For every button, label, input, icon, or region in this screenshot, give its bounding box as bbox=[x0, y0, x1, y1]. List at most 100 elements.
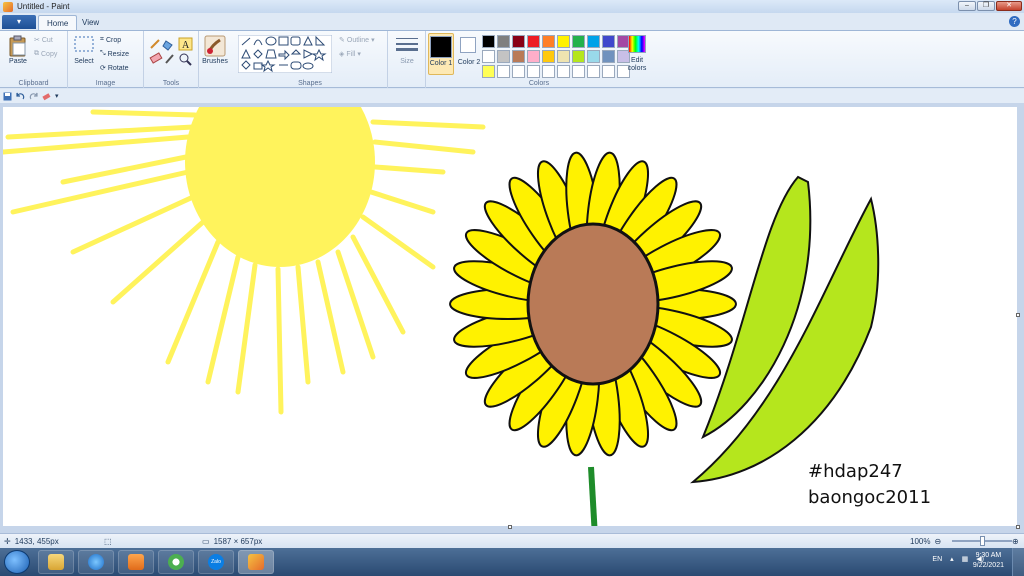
outline-label: Outline bbox=[346, 36, 370, 44]
palette-swatch[interactable] bbox=[497, 65, 510, 78]
rotate-icon: ⟳ bbox=[100, 65, 106, 72]
help-icon[interactable]: ? bbox=[1009, 16, 1020, 27]
crop-button[interactable]: ⌗ Crop bbox=[100, 36, 121, 44]
text-icon[interactable]: A bbox=[178, 37, 193, 51]
palette-swatch[interactable] bbox=[587, 50, 600, 63]
rotate-button[interactable]: ⟳ Rotate bbox=[100, 64, 129, 73]
palette-swatch[interactable] bbox=[482, 65, 495, 78]
paste-button[interactable]: Paste bbox=[4, 58, 32, 65]
palette-swatch[interactable] bbox=[542, 65, 555, 78]
show-desktop-button[interactable] bbox=[1012, 548, 1024, 576]
colors-group: Color 1 Color 2 Edit colors Colors bbox=[426, 31, 652, 88]
palette-swatch[interactable] bbox=[542, 35, 555, 48]
zoom-out-icon[interactable]: ⊖ bbox=[934, 537, 941, 546]
line-size-icon[interactable] bbox=[396, 36, 418, 56]
palette-swatch[interactable] bbox=[557, 65, 570, 78]
drawing-canvas[interactable]: #hdap247 baongoc2011 bbox=[3, 107, 1017, 526]
svg-text:A: A bbox=[182, 40, 190, 51]
language-indicator[interactable]: EN bbox=[932, 556, 942, 563]
edit-colors-button[interactable]: Edit colors bbox=[624, 35, 650, 77]
minimize-button[interactable]: – bbox=[958, 1, 976, 11]
selection-icon: ⬚ bbox=[104, 537, 112, 546]
paste-icon[interactable] bbox=[8, 35, 28, 57]
crop-icon: ⌗ bbox=[100, 36, 104, 43]
tray-arrow-icon[interactable]: ▴ bbox=[950, 555, 954, 563]
customize-toolbar-icon[interactable]: ▾ bbox=[55, 92, 59, 100]
clipboard-group: Paste ✂ Cut ⧉ Copy Clipboard bbox=[0, 31, 68, 88]
zoom-slider-thumb[interactable] bbox=[980, 536, 985, 546]
taskbar-media-player[interactable] bbox=[118, 550, 154, 574]
paint-app-icon[interactable] bbox=[3, 1, 13, 12]
palette-swatch[interactable] bbox=[557, 35, 570, 48]
palette-swatch[interactable] bbox=[512, 65, 525, 78]
eraser-quick-icon[interactable] bbox=[42, 92, 51, 101]
resize-button[interactable]: ⤡ Resize bbox=[100, 50, 129, 58]
palette-swatch[interactable] bbox=[602, 65, 615, 78]
canvas-resize-handle-corner[interactable] bbox=[1016, 525, 1020, 529]
palette-swatch[interactable] bbox=[482, 50, 495, 63]
palette-swatch[interactable] bbox=[527, 50, 540, 63]
redo-icon[interactable] bbox=[29, 92, 38, 101]
save-icon[interactable] bbox=[3, 92, 12, 101]
clipboard-group-label: Clipboard bbox=[18, 80, 49, 87]
taskbar-ie[interactable] bbox=[78, 550, 114, 574]
taskbar: Zalo EN ▴ ▦ ◀) 9:30 AM 9/22/2021 bbox=[0, 548, 1024, 576]
copy-label: Copy bbox=[41, 50, 58, 58]
brushes-button[interactable]: Brushes bbox=[199, 58, 231, 65]
color1-selector[interactable]: Color 1 bbox=[428, 33, 454, 75]
palette-swatch[interactable] bbox=[557, 50, 570, 63]
fill-bucket-icon[interactable] bbox=[162, 40, 173, 51]
select-button[interactable]: Select bbox=[72, 58, 96, 65]
tab-home[interactable]: Home bbox=[38, 15, 78, 30]
color-palette bbox=[482, 35, 630, 78]
brush-icon[interactable] bbox=[204, 35, 226, 57]
palette-swatch[interactable] bbox=[572, 35, 585, 48]
clock[interactable]: 9:30 AM 9/22/2021 bbox=[973, 551, 1004, 571]
palette-swatch[interactable] bbox=[497, 50, 510, 63]
canvas-resize-handle-right[interactable] bbox=[1016, 313, 1020, 317]
zoom-slider[interactable] bbox=[952, 536, 1012, 546]
close-button[interactable]: ✕ bbox=[996, 1, 1022, 11]
palette-swatch[interactable] bbox=[527, 35, 540, 48]
palette-swatch[interactable] bbox=[587, 35, 600, 48]
cut-button[interactable]: ✂ Cut bbox=[34, 36, 53, 45]
size-button[interactable]: Size bbox=[388, 58, 426, 65]
palette-swatch[interactable] bbox=[542, 50, 555, 63]
maximize-button[interactable]: ❐ bbox=[977, 1, 995, 11]
palette-swatch[interactable] bbox=[512, 50, 525, 63]
taskbar-explorer[interactable] bbox=[38, 550, 74, 574]
zoom-level-text: 100% bbox=[910, 537, 931, 546]
palette-swatch[interactable] bbox=[587, 65, 600, 78]
outline-dropdown[interactable]: ✎ Outline ▾ bbox=[339, 36, 375, 45]
palette-swatch[interactable] bbox=[572, 65, 585, 78]
zoom-in-icon[interactable]: ⊕ bbox=[1012, 537, 1019, 546]
color2-selector[interactable]: Color 2 bbox=[456, 33, 482, 75]
cursor-position-text: 1433, 455px bbox=[14, 537, 59, 546]
fill-dropdown[interactable]: ◈ Fill ▾ bbox=[339, 50, 361, 59]
shapes-gallery[interactable] bbox=[238, 35, 332, 73]
tab-view[interactable]: View bbox=[74, 15, 107, 30]
undo-icon[interactable] bbox=[16, 92, 25, 101]
pencil-icon[interactable] bbox=[150, 39, 160, 49]
magnifier-icon[interactable] bbox=[179, 53, 192, 66]
palette-swatch[interactable] bbox=[497, 35, 510, 48]
select-icon[interactable] bbox=[74, 36, 94, 54]
paint-menu-button[interactable]: ▾ bbox=[2, 15, 36, 29]
eraser-icon[interactable] bbox=[149, 52, 163, 64]
taskbar-paint[interactable] bbox=[238, 550, 274, 574]
network-icon[interactable]: ▦ bbox=[962, 555, 969, 563]
shapes-group-label: Shapes bbox=[298, 80, 322, 87]
canvas-resize-handle-bottom[interactable] bbox=[508, 525, 512, 529]
palette-swatch[interactable] bbox=[482, 35, 495, 48]
copy-button[interactable]: ⧉ Copy bbox=[34, 50, 57, 58]
taskbar-coccoc[interactable] bbox=[158, 550, 194, 574]
start-button[interactable] bbox=[4, 550, 30, 574]
taskbar-zalo[interactable]: Zalo bbox=[198, 550, 234, 574]
palette-swatch[interactable] bbox=[512, 35, 525, 48]
color-picker-icon[interactable] bbox=[165, 54, 174, 64]
scissors-icon: ✂ bbox=[34, 37, 40, 44]
palette-swatch[interactable] bbox=[602, 50, 615, 63]
palette-swatch[interactable] bbox=[572, 50, 585, 63]
palette-swatch[interactable] bbox=[602, 35, 615, 48]
palette-swatch[interactable] bbox=[527, 65, 540, 78]
